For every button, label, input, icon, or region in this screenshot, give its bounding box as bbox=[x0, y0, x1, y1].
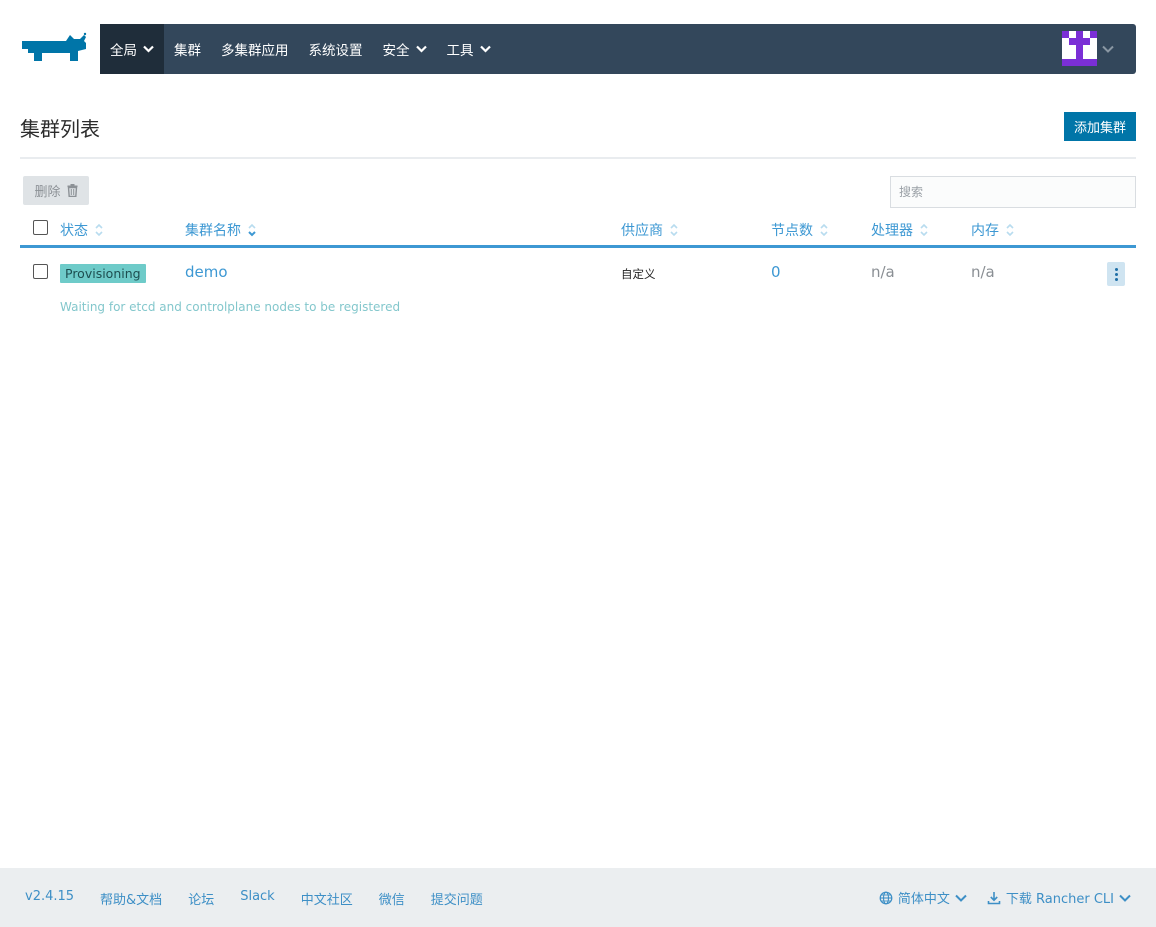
footer-right: 简体中文 下载 Rancher CLI bbox=[879, 888, 1131, 907]
trash-icon bbox=[67, 184, 77, 197]
footer-links: v2.4.15 帮助&文档 论坛 Slack 中文社区 微信 提交问题 bbox=[25, 889, 483, 908]
user-menu[interactable] bbox=[1062, 31, 1114, 66]
footer: v2.4.15 帮助&文档 论坛 Slack 中文社区 微信 提交问题 简体中文… bbox=[0, 868, 1156, 927]
table-header: 状态 集群名称 供应商 节点数 处理器 内存 bbox=[20, 214, 1136, 248]
nav-security[interactable]: 安全 bbox=[373, 24, 437, 74]
chevron-down-icon bbox=[415, 45, 427, 53]
column-header-provider-label: 供应商 bbox=[621, 223, 663, 239]
nav-clusters-label: 集群 bbox=[174, 43, 201, 59]
column-header-name[interactable]: 集群名称 bbox=[185, 220, 257, 240]
delete-button-label: 删除 bbox=[34, 185, 61, 200]
chevron-down-icon bbox=[143, 45, 154, 53]
cpu-value: n/a bbox=[871, 263, 895, 281]
top-nav: 全局 集群 多集群应用 系统设置 安全 工具 bbox=[100, 24, 1136, 74]
column-header-name-label: 集群名称 bbox=[185, 223, 241, 239]
footer-link-community[interactable]: 中文社区 bbox=[301, 889, 353, 908]
download-cli-label: 下载 Rancher CLI bbox=[1005, 892, 1114, 907]
status-badge: Provisioning bbox=[60, 264, 146, 283]
column-header-state[interactable]: 状态 bbox=[60, 220, 104, 240]
sort-icon bbox=[670, 223, 678, 237]
sort-icon bbox=[1006, 223, 1014, 237]
nav-global[interactable]: 全局 bbox=[100, 24, 164, 74]
chevron-down-icon bbox=[479, 45, 491, 53]
column-header-provider[interactable]: 供应商 bbox=[621, 220, 679, 240]
chevron-down-icon bbox=[1102, 45, 1114, 53]
column-header-cpu[interactable]: 处理器 bbox=[871, 220, 929, 240]
page-title: 集群列表 bbox=[20, 117, 100, 141]
nav-tools[interactable]: 工具 bbox=[437, 24, 501, 74]
sort-desc-icon bbox=[248, 223, 256, 237]
nav-clusters[interactable]: 集群 bbox=[164, 24, 211, 74]
search-input[interactable] bbox=[890, 176, 1136, 208]
column-header-nodes-label: 节点数 bbox=[771, 223, 813, 239]
column-header-memory[interactable]: 内存 bbox=[971, 220, 1015, 240]
footer-link-issue[interactable]: 提交问题 bbox=[431, 889, 483, 908]
footer-link-help[interactable]: 帮助&文档 bbox=[100, 889, 162, 908]
row-checkbox[interactable] bbox=[33, 264, 48, 279]
row-status-message: Waiting for etcd and controlplane nodes … bbox=[60, 300, 401, 314]
table-row: Provisioning demo 自定义 0 n/a n/a Waiting … bbox=[20, 252, 1136, 322]
footer-link-slack[interactable]: Slack bbox=[240, 889, 275, 908]
kebab-dot bbox=[1114, 272, 1118, 276]
add-cluster-button[interactable]: 添加集群 bbox=[1063, 112, 1136, 141]
version-link[interactable]: v2.4.15 bbox=[25, 889, 74, 908]
avatar bbox=[1062, 31, 1097, 66]
sort-icon bbox=[920, 223, 928, 237]
nodes-count-link[interactable]: 0 bbox=[771, 263, 781, 281]
download-cli[interactable]: 下载 Rancher CLI bbox=[987, 888, 1131, 907]
language-label: 简体中文 bbox=[897, 892, 950, 907]
footer-link-wechat[interactable]: 微信 bbox=[379, 889, 405, 908]
cluster-name-link[interactable]: demo bbox=[185, 263, 228, 281]
divider bbox=[20, 157, 1136, 159]
column-header-memory-label: 内存 bbox=[971, 223, 999, 239]
footer-link-forum[interactable]: 论坛 bbox=[188, 889, 214, 908]
nav-multi-cluster-apps[interactable]: 多集群应用 bbox=[211, 24, 299, 74]
download-icon bbox=[987, 891, 1001, 904]
sort-icon bbox=[95, 223, 103, 237]
select-all-checkbox[interactable] bbox=[33, 220, 48, 235]
kebab-dot bbox=[1114, 267, 1118, 271]
chevron-down-icon bbox=[955, 894, 967, 902]
provider-value: 自定义 bbox=[621, 267, 656, 281]
column-header-cpu-label: 处理器 bbox=[871, 223, 913, 239]
delete-button[interactable]: 删除 bbox=[23, 176, 89, 205]
kebab-dot bbox=[1114, 277, 1118, 281]
sort-icon bbox=[820, 223, 828, 237]
nav-security-label: 安全 bbox=[382, 43, 410, 59]
rancher-logo[interactable] bbox=[20, 31, 88, 65]
column-header-nodes[interactable]: 节点数 bbox=[771, 220, 829, 240]
nav-global-label: 全局 bbox=[110, 43, 137, 59]
row-actions-button[interactable] bbox=[1107, 262, 1125, 286]
memory-value: n/a bbox=[971, 263, 995, 281]
nav-settings-label: 系统设置 bbox=[308, 43, 363, 59]
globe-icon bbox=[879, 891, 893, 904]
nav-tools-label: 工具 bbox=[446, 43, 474, 59]
nav-settings[interactable]: 系统设置 bbox=[299, 24, 373, 74]
chevron-down-icon bbox=[1119, 894, 1131, 902]
column-header-state-label: 状态 bbox=[60, 223, 88, 239]
language-selector[interactable]: 简体中文 bbox=[879, 888, 967, 907]
nav-multi-cluster-apps-label: 多集群应用 bbox=[221, 43, 289, 59]
